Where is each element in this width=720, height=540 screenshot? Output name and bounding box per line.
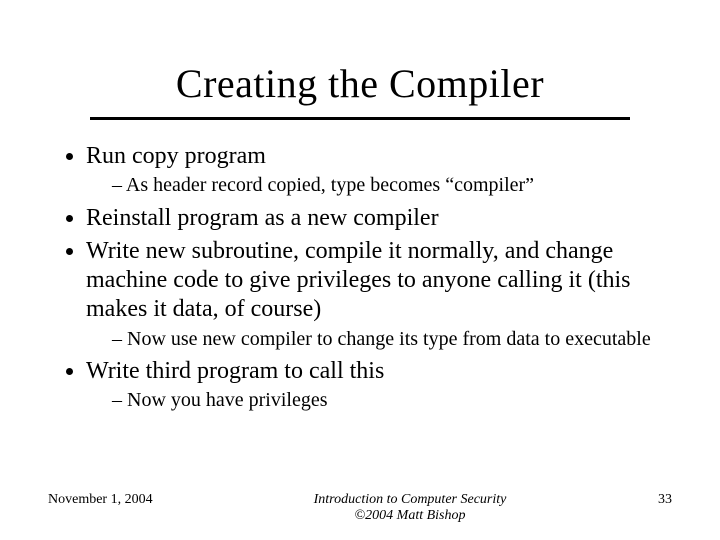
sub-bullet-list: Now you have privileges	[86, 388, 670, 412]
footer-page-number: 33	[612, 492, 672, 508]
sub-bullet-list: As header record copied, type becomes “c…	[86, 173, 670, 197]
slide-title: Creating the Compiler	[50, 60, 670, 107]
footer-center: Introduction to Computer Security ©2004 …	[208, 492, 612, 524]
bullet-text: Write new subroutine, compile it normall…	[86, 238, 631, 323]
list-item: Write third program to call this Now you…	[86, 357, 670, 413]
bullet-text: Reinstall program as a new compiler	[86, 205, 439, 231]
footer-copyright: ©2004 Matt Bishop	[208, 508, 612, 524]
slide: Creating the Compiler Run copy program A…	[0, 0, 720, 540]
bullet-list: Run copy program As header record copied…	[60, 142, 670, 413]
sub-bullet-text: As header record copied, type becomes “c…	[126, 174, 534, 196]
sub-bullet-list: Now use new compiler to change its type …	[86, 327, 670, 351]
list-item: Now use new compiler to change its type …	[112, 327, 670, 351]
list-item: As header record copied, type becomes “c…	[112, 173, 670, 197]
footer: November 1, 2004 Introduction to Compute…	[0, 492, 720, 524]
bullet-text: Write third program to call this	[86, 358, 384, 384]
bullet-text: Run copy program	[86, 143, 266, 169]
sub-bullet-text: Now use new compiler to change its type …	[127, 328, 651, 350]
footer-title: Introduction to Computer Security	[208, 492, 612, 508]
footer-date: November 1, 2004	[48, 492, 208, 508]
list-item: Now you have privileges	[112, 388, 670, 412]
list-item: Reinstall program as a new compiler	[86, 204, 670, 233]
list-item: Write new subroutine, compile it normall…	[86, 237, 670, 351]
title-underline	[90, 117, 630, 120]
list-item: Run copy program As header record copied…	[86, 142, 670, 198]
sub-bullet-text: Now you have privileges	[127, 389, 328, 411]
